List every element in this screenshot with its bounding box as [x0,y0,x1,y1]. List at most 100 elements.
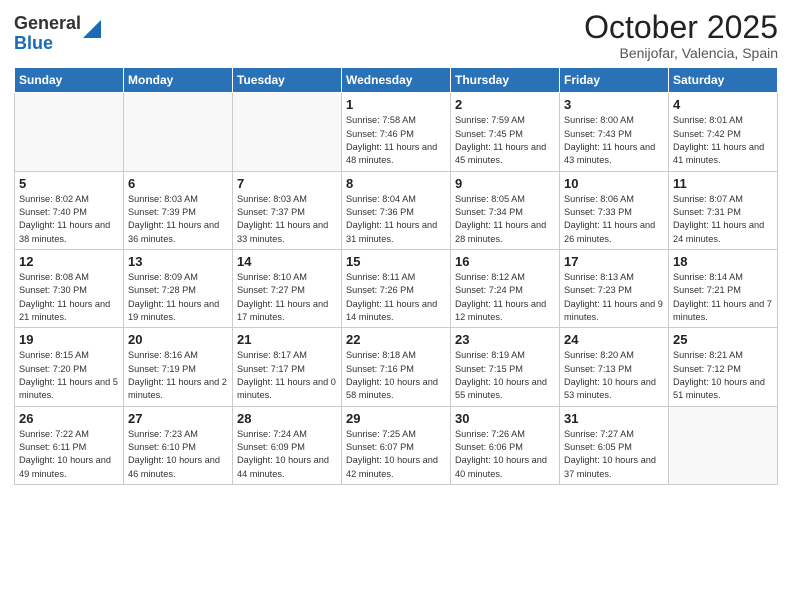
page-container: General Blue October 2025 Benijofar, Val… [0,0,792,495]
calendar-header-row: Sunday Monday Tuesday Wednesday Thursday… [15,68,778,93]
day-number: 8 [346,176,446,191]
day-number: 12 [19,254,119,269]
day-info: Sunrise: 8:10 AM Sunset: 7:27 PM Dayligh… [237,271,337,324]
day-info: Sunrise: 8:21 AM Sunset: 7:12 PM Dayligh… [673,349,773,402]
col-sunday: Sunday [15,68,124,93]
title-block: October 2025 Benijofar, Valencia, Spain [584,10,778,61]
col-saturday: Saturday [669,68,778,93]
col-tuesday: Tuesday [233,68,342,93]
calendar-cell: 27Sunrise: 7:23 AM Sunset: 6:10 PM Dayli… [124,406,233,484]
calendar-cell: 8 Sunrise: 8:04 AM Sunset: 7:36 PM Daylig… [342,171,451,249]
day-number: 16 [455,254,555,269]
calendar-cell: 29Sunrise: 7:25 AM Sunset: 6:07 PM Dayli… [342,406,451,484]
day-number: 28 [237,411,337,426]
day-info: Sunrise: 8:09 AM Sunset: 7:28 PM Dayligh… [128,271,228,324]
month-title: October 2025 [584,10,778,45]
calendar-cell [233,93,342,171]
day-info: Sunrise: 8:18 AM Sunset: 7:16 PM Dayligh… [346,349,446,402]
day-info: Sunrise: 7:22 AM Sunset: 6:11 PM Dayligh… [19,428,119,481]
calendar-cell: 17Sunrise: 8:13 AM Sunset: 7:23 PM Dayli… [560,249,669,327]
calendar-cell: 7Sunrise: 8:03 AM Sunset: 7:37 PM Daylig… [233,171,342,249]
calendar-cell: 22Sunrise: 8:18 AM Sunset: 7:16 PM Dayli… [342,328,451,406]
day-number: 6 [128,176,228,191]
day-info: Sunrise: 8:06 AM Sunset: 7:33 PM Dayligh… [564,193,664,246]
calendar-cell [669,406,778,484]
day-info: Sunrise: 8:14 AM Sunset: 7:21 PM Dayligh… [673,271,773,324]
day-info: Sunrise: 8:00 AM Sunset: 7:43 PM Dayligh… [564,114,664,167]
day-number: 21 [237,332,337,347]
day-number: 18 [673,254,773,269]
day-info: Sunrise: 8:19 AM Sunset: 7:15 PM Dayligh… [455,349,555,402]
calendar-cell [124,93,233,171]
day-info: Sunrise: 8:20 AM Sunset: 7:13 PM Dayligh… [564,349,664,402]
day-info: Sunrise: 8:03 AM Sunset: 7:37 PM Dayligh… [237,193,337,246]
day-info: Sunrise: 7:24 AM Sunset: 6:09 PM Dayligh… [237,428,337,481]
day-number: 11 [673,176,773,191]
day-number: 14 [237,254,337,269]
calendar-cell: 11 Sunrise: 8:07 AM Sunset: 7:31 PM Dayli… [669,171,778,249]
calendar-cell: 31Sunrise: 7:27 AM Sunset: 6:05 PM Dayli… [560,406,669,484]
day-number: 2 [455,97,555,112]
day-number: 13 [128,254,228,269]
day-number: 15 [346,254,446,269]
calendar-cell: 5 Sunrise: 8:02 AM Sunset: 7:40 PM Daylig… [15,171,124,249]
logo-general: General [14,13,81,33]
location-subtitle: Benijofar, Valencia, Spain [584,45,778,61]
day-info: Sunrise: 7:58 AM Sunset: 7:46 PM Dayligh… [346,114,446,167]
day-number: 4 [673,97,773,112]
calendar-cell: 10 Sunrise: 8:06 AM Sunset: 7:33 PM Dayli… [560,171,669,249]
calendar-cell: 18 Sunrise: 8:14 AM Sunset: 7:21 PM Dayli… [669,249,778,327]
calendar-cell [15,93,124,171]
calendar-cell: 4 Sunrise: 8:01 AM Sunset: 7:42 PM Daylig… [669,93,778,171]
day-number: 5 [19,176,119,191]
day-info: Sunrise: 8:04 AM Sunset: 7:36 PM Dayligh… [346,193,446,246]
day-info: Sunrise: 8:11 AM Sunset: 7:26 PM Dayligh… [346,271,446,324]
calendar-cell: 25 Sunrise: 8:21 AM Sunset: 7:12 PM Dayli… [669,328,778,406]
col-monday: Monday [124,68,233,93]
calendar-cell: 2Sunrise: 7:59 AM Sunset: 7:45 PM Daylig… [451,93,560,171]
col-thursday: Thursday [451,68,560,93]
calendar-cell: 21 Sunrise: 8:17 AM Sunset: 7:17 PM Dayli… [233,328,342,406]
logo-arrow-icon [83,20,101,38]
calendar-cell: 12 Sunrise: 8:08 AM Sunset: 7:30 PM Dayli… [15,249,124,327]
day-info: Sunrise: 7:25 AM Sunset: 6:07 PM Dayligh… [346,428,446,481]
calendar-cell: 15 Sunrise: 8:11 AM Sunset: 7:26 PM Dayli… [342,249,451,327]
header: General Blue October 2025 Benijofar, Val… [14,10,778,61]
calendar-cell: 13 Sunrise: 8:09 AM Sunset: 7:28 PM Dayli… [124,249,233,327]
day-info: Sunrise: 8:03 AM Sunset: 7:39 PM Dayligh… [128,193,228,246]
day-number: 24 [564,332,664,347]
calendar-cell: 16 Sunrise: 8:12 AM Sunset: 7:24 PM Dayli… [451,249,560,327]
calendar-cell: 9 Sunrise: 8:05 AM Sunset: 7:34 PM Daylig… [451,171,560,249]
calendar-cell: 23 Sunrise: 8:19 AM Sunset: 7:15 PM Dayli… [451,328,560,406]
logo-text: General Blue [14,14,101,54]
day-info: Sunrise: 8:07 AM Sunset: 7:31 PM Dayligh… [673,193,773,246]
calendar-week-row: 26 Sunrise: 7:22 AM Sunset: 6:11 PM Dayli… [15,406,778,484]
day-info: Sunrise: 8:13 AM Sunset: 7:23 PM Dayligh… [564,271,664,324]
calendar-week-row: 1Sunrise: 7:58 AM Sunset: 7:46 PM Daylig… [15,93,778,171]
calendar-cell: 20 Sunrise: 8:16 AM Sunset: 7:19 PM Dayli… [124,328,233,406]
day-info: Sunrise: 7:23 AM Sunset: 6:10 PM Dayligh… [128,428,228,481]
day-number: 26 [19,411,119,426]
day-info: Sunrise: 8:05 AM Sunset: 7:34 PM Dayligh… [455,193,555,246]
calendar-cell: 24 Sunrise: 8:20 AM Sunset: 7:13 PM Dayli… [560,328,669,406]
day-info: Sunrise: 8:16 AM Sunset: 7:19 PM Dayligh… [128,349,228,402]
day-number: 10 [564,176,664,191]
day-info: Sunrise: 8:01 AM Sunset: 7:42 PM Dayligh… [673,114,773,167]
day-info: Sunrise: 8:12 AM Sunset: 7:24 PM Dayligh… [455,271,555,324]
calendar-cell: 3Sunrise: 8:00 AM Sunset: 7:43 PM Daylig… [560,93,669,171]
col-wednesday: Wednesday [342,68,451,93]
day-number: 9 [455,176,555,191]
calendar-body: 1Sunrise: 7:58 AM Sunset: 7:46 PM Daylig… [15,93,778,485]
day-number: 23 [455,332,555,347]
day-number: 20 [128,332,228,347]
day-number: 25 [673,332,773,347]
day-info: Sunrise: 8:15 AM Sunset: 7:20 PM Dayligh… [19,349,119,402]
logo-blue: Blue [14,33,53,53]
day-info: Sunrise: 7:26 AM Sunset: 6:06 PM Dayligh… [455,428,555,481]
day-number: 30 [455,411,555,426]
day-info: Sunrise: 8:08 AM Sunset: 7:30 PM Dayligh… [19,271,119,324]
day-info: Sunrise: 8:17 AM Sunset: 7:17 PM Dayligh… [237,349,337,402]
calendar-table: Sunday Monday Tuesday Wednesday Thursday… [14,67,778,485]
calendar-cell: 26 Sunrise: 7:22 AM Sunset: 6:11 PM Dayli… [15,406,124,484]
day-info: Sunrise: 8:02 AM Sunset: 7:40 PM Dayligh… [19,193,119,246]
